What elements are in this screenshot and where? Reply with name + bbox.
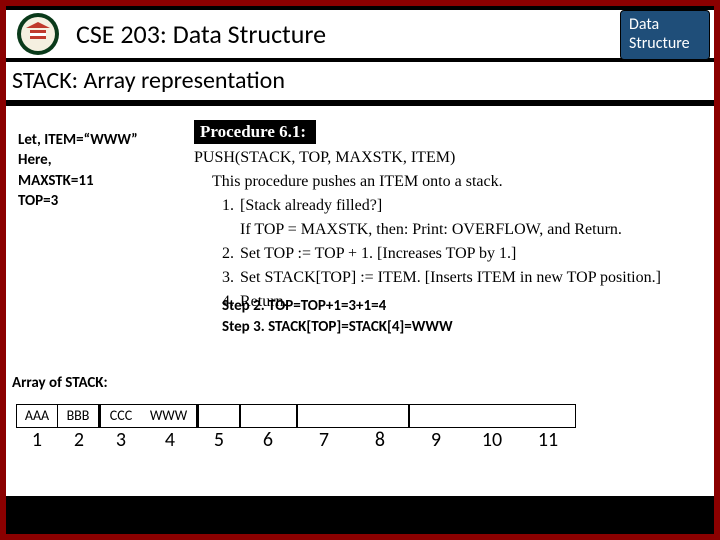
example-notes: Let, ITEM=“WWW” Here, MAXSTK=11 TOP=3 (18, 130, 138, 211)
topic-badge: Data Structure (620, 10, 710, 60)
array-index: 3 (100, 428, 142, 452)
array-cell (410, 404, 466, 428)
array-index: 1 (16, 428, 58, 452)
slide-subtitle: STACK: Array representation (6, 62, 714, 100)
array-cell: CCC (100, 404, 142, 428)
university-logo-icon (10, 10, 66, 58)
array-cell (465, 404, 521, 428)
array-label: Array of STACK: (12, 374, 108, 392)
array-index: 7 (296, 428, 352, 452)
procedure-step: Set STACK[TOP] := ITEM. [Inserts ITEM in… (238, 266, 694, 290)
array-index: 2 (58, 428, 100, 452)
array-cell (198, 404, 240, 428)
array-cell (353, 404, 409, 428)
procedure-block: Procedure 6.1: PUSH(STACK, TOP, MAXSTK, … (194, 120, 694, 314)
note-line: Let, ITEM=“WWW” (18, 130, 138, 150)
array-cell: AAA (16, 404, 58, 428)
note-line: Here, (18, 150, 138, 170)
array-cell (241, 404, 297, 428)
step-line: Step 2. TOP=TOP+1=3+1=4 (222, 296, 453, 317)
badge-line2: Structure (629, 34, 701, 53)
array-cell: BBB (57, 404, 99, 428)
procedure-step: Set TOP := TOP + 1. [Increases TOP by 1.… (238, 242, 694, 266)
badge-line1: Data (629, 15, 701, 34)
procedure-step-text: If TOP = MAXSTK, then: Print: OVERFLOW, … (240, 221, 622, 238)
array-index: 8 (352, 428, 408, 452)
array-index: 5 (198, 428, 240, 452)
stack-indices: 1 2 3 4 5 6 7 8 9 10 11 (16, 428, 576, 452)
procedure-signature: PUSH(STACK, TOP, MAXSTK, ITEM) (194, 146, 694, 170)
array-index: 11 (520, 428, 576, 452)
procedure-title: Procedure 6.1: (194, 120, 316, 144)
stack-array: AAA BBB CCC WWW (16, 404, 576, 428)
procedure-step: [Stack already filled?] If TOP = MAXSTK,… (238, 194, 694, 242)
worked-steps: Step 2. TOP=TOP+1=3+1=4 Step 3. STACK[TO… (222, 296, 453, 338)
content-area: Let, ITEM=“WWW” Here, MAXSTK=11 TOP=3 Pr… (6, 106, 714, 496)
step-line: Step 3. STACK[TOP]=STACK[4]=WWW (222, 317, 453, 338)
note-line: TOP=3 (18, 191, 138, 211)
array-cell (520, 404, 576, 428)
array-index: 4 (142, 428, 198, 452)
course-title: CSE 203: Data Structure (76, 18, 326, 50)
array-index: 10 (464, 428, 520, 452)
array-cell: WWW (141, 404, 197, 428)
procedure-description: This procedure pushes an ITEM onto a sta… (212, 170, 694, 194)
array-index: 6 (240, 428, 296, 452)
header-bar: CSE 203: Data Structure (6, 10, 714, 58)
note-line: MAXSTK=11 (18, 171, 138, 191)
array-index: 9 (408, 428, 464, 452)
procedure-step-text: [Stack already filled?] (240, 197, 382, 214)
array-cell (298, 404, 354, 428)
